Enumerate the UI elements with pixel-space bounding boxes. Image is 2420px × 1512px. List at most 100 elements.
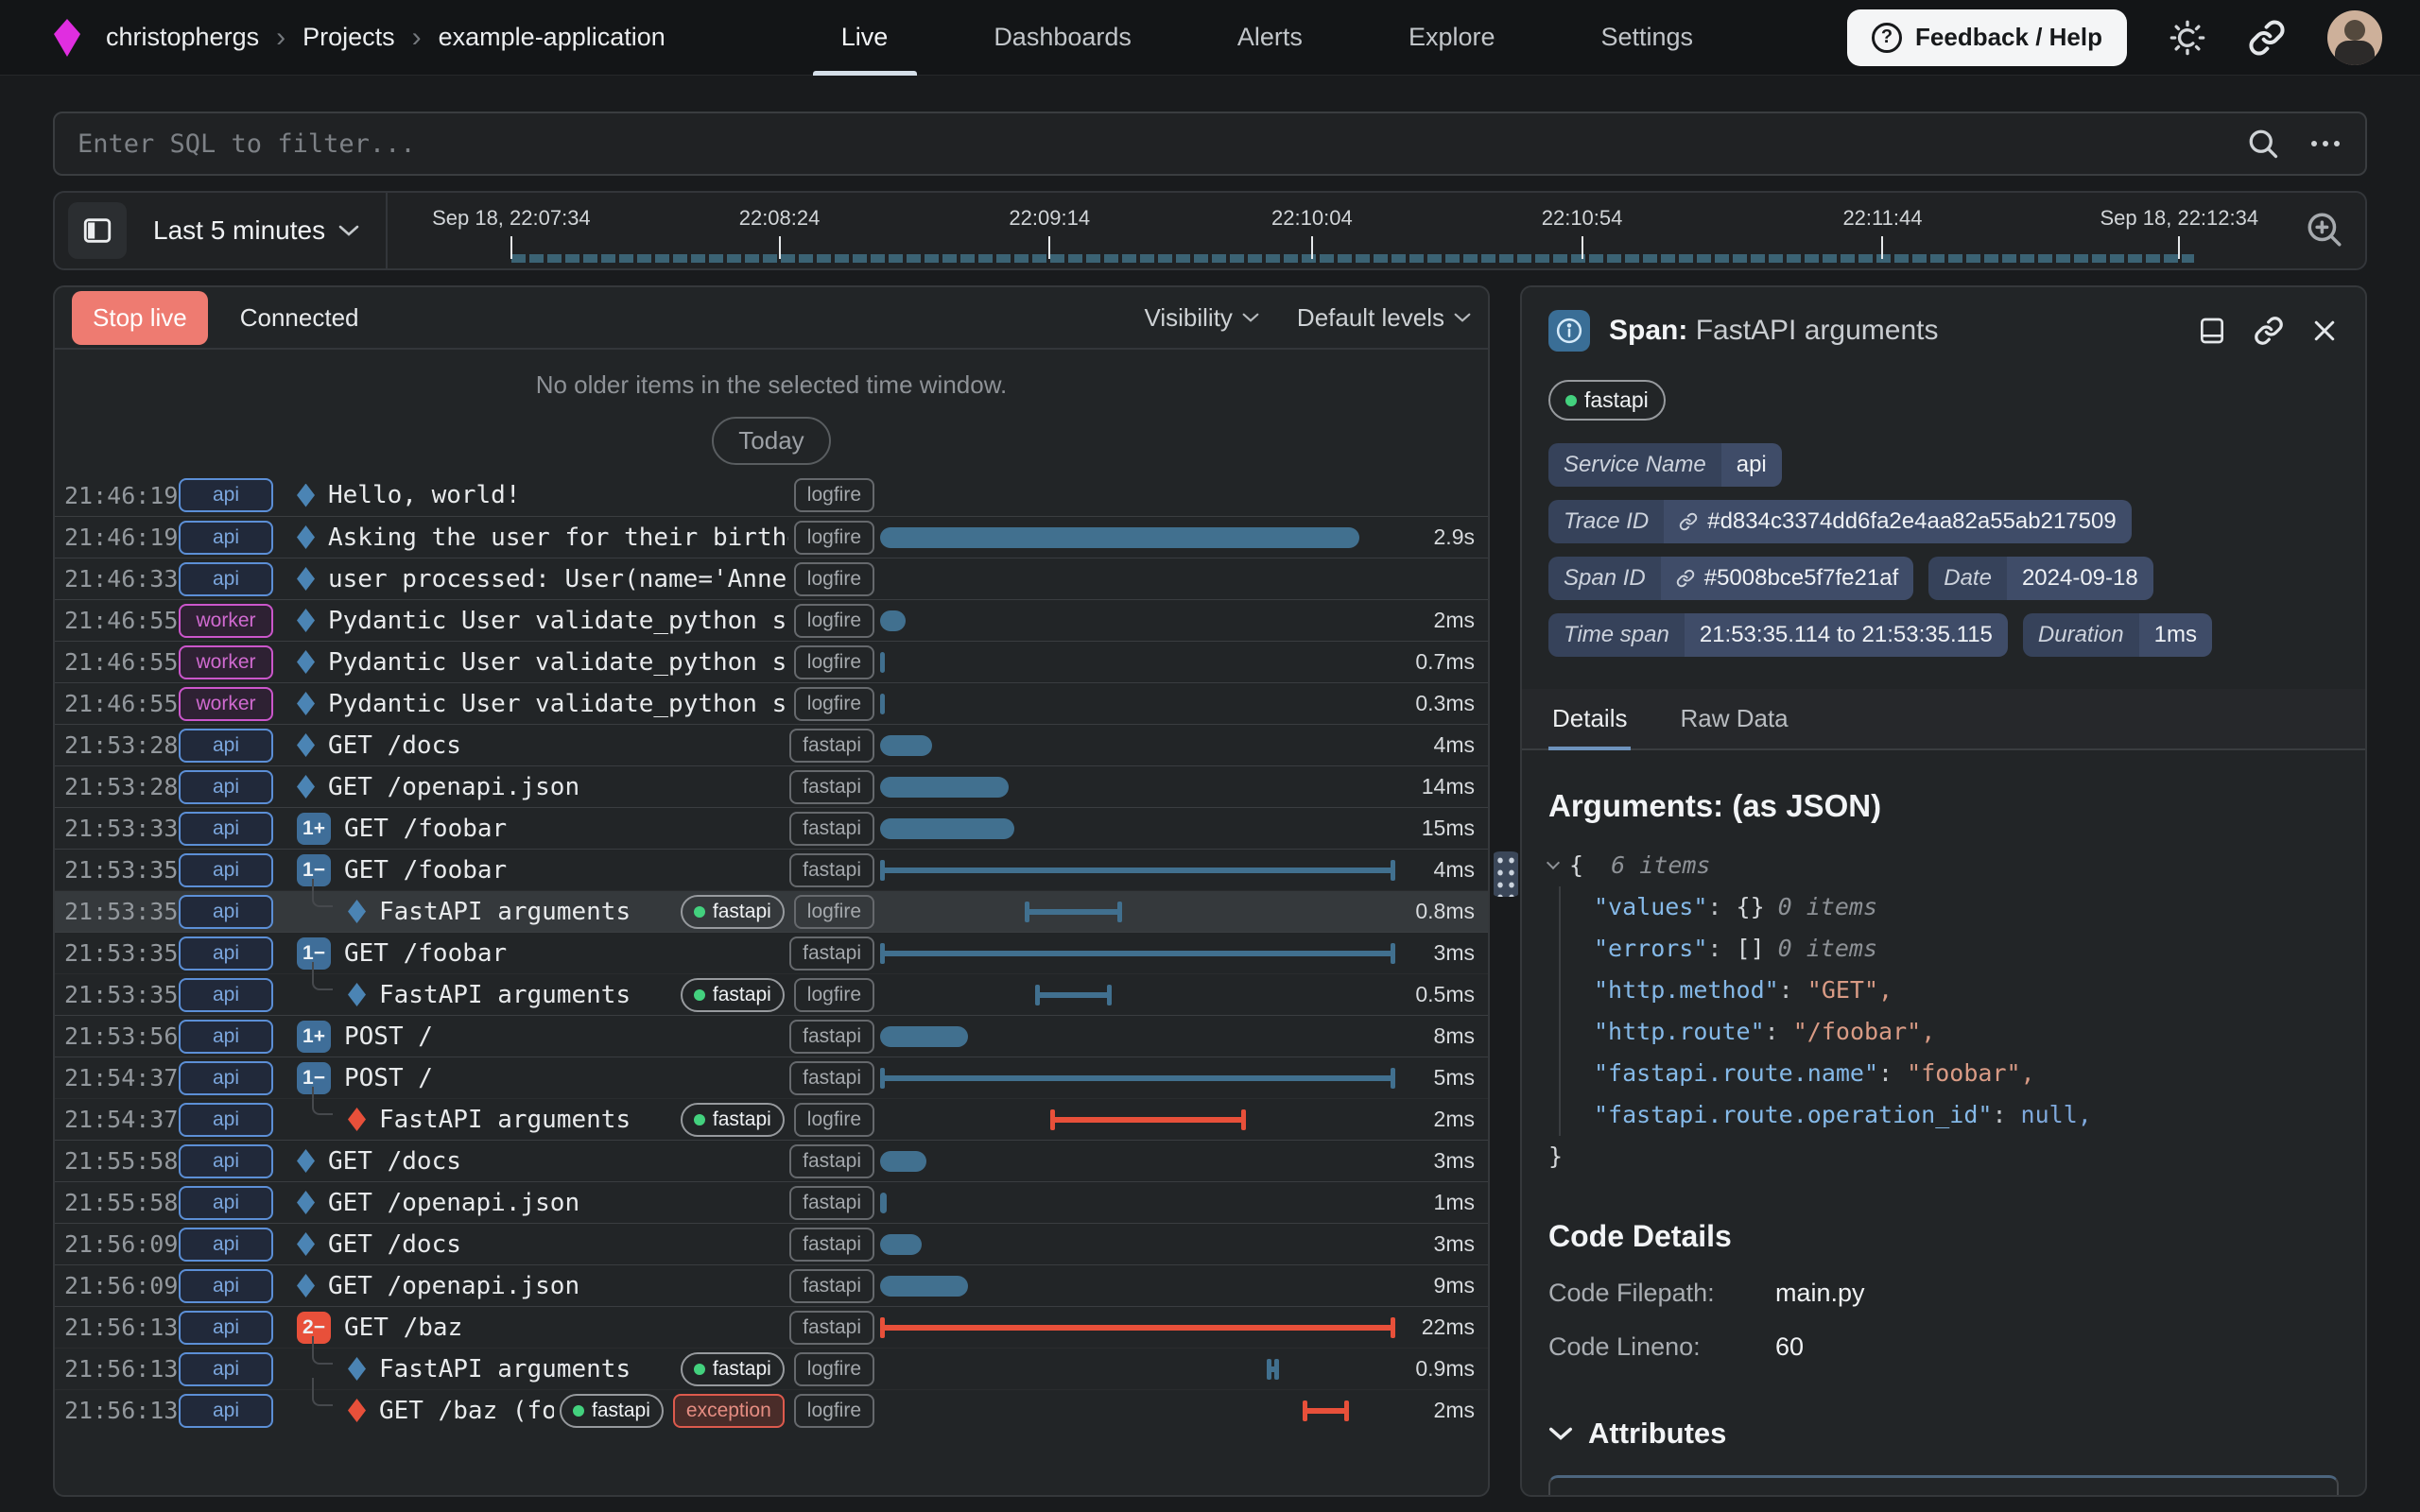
- log-row[interactable]: 21:55:58apiGET /docsfastapi3ms: [55, 1140, 1488, 1181]
- service-tag-api[interactable]: api: [179, 1061, 273, 1095]
- log-row[interactable]: 21:46:55workerPydantic User validate_pyt…: [55, 641, 1488, 682]
- service-tag-api[interactable]: api: [179, 478, 273, 512]
- feedback-help-button[interactable]: ? Feedback / Help: [1847, 9, 2127, 66]
- logfire-logo-icon[interactable]: [53, 17, 81, 59]
- nav-tab-dashboards[interactable]: Dashboards: [941, 0, 1184, 76]
- nav-tab-settings[interactable]: Settings: [1547, 0, 1746, 76]
- close-icon[interactable]: [2310, 317, 2339, 345]
- service-tag-api[interactable]: api: [179, 936, 273, 971]
- more-options-icon[interactable]: [2308, 127, 2342, 161]
- span-range-bar: [880, 860, 1395, 881]
- service-tag-api[interactable]: api: [179, 1144, 273, 1178]
- panel-layout-icon[interactable]: [2197, 316, 2227, 346]
- chevron-down-icon: [338, 224, 359, 237]
- nav-tab-explore[interactable]: Explore: [1356, 0, 1548, 76]
- log-row[interactable]: 21:53:35api1−GET /foobarfastapi4ms: [55, 849, 1488, 890]
- chip-label: Time span: [1548, 613, 1685, 657]
- service-tag-worker[interactable]: worker: [179, 687, 273, 721]
- detail-tab-raw-data[interactable]: Raw Data: [1676, 689, 1791, 748]
- log-row[interactable]: 21:56:09apiGET /openapi.jsonfastapi9ms: [55, 1264, 1488, 1306]
- service-tag-api[interactable]: api: [179, 1352, 273, 1386]
- chip-value: 2024-09-18: [2007, 557, 2153, 600]
- service-tag-api[interactable]: api: [179, 978, 273, 1012]
- time-range-label: Last 5 minutes: [153, 215, 325, 246]
- duration-bar-track: [880, 813, 1395, 845]
- share-link-button[interactable]: [2248, 19, 2286, 57]
- log-row[interactable]: 21:53:35apiFastAPI argumentsfastapilogfi…: [55, 973, 1488, 1015]
- sidebar-toggle-button[interactable]: [68, 202, 127, 259]
- service-tag-api[interactable]: api: [179, 1269, 273, 1303]
- tree-connector: [312, 879, 333, 907]
- arguments-json-tree[interactable]: { 6 items"values": {}0 items"errors": []…: [1548, 845, 2339, 1177]
- row-timestamp: 21:53:56: [64, 1022, 163, 1050]
- log-row[interactable]: 21:54:37api1−POST /fastapi5ms: [55, 1057, 1488, 1098]
- service-tag-worker[interactable]: worker: [179, 645, 273, 679]
- trace-id-chip[interactable]: Trace ID#d834c3374dd6fa2e4aa82a55ab21750…: [1548, 500, 2132, 543]
- search-icon[interactable]: [2246, 127, 2280, 161]
- service-tag-api[interactable]: api: [179, 1103, 273, 1137]
- service-tag-api[interactable]: api: [179, 1228, 273, 1262]
- log-row[interactable]: 21:46:55workerPydantic User validate_pyt…: [55, 599, 1488, 641]
- log-row[interactable]: 21:46:19apiHello, world!logfire: [55, 474, 1488, 516]
- log-row[interactable]: 21:56:13api2−GET /bazfastapi22ms: [55, 1306, 1488, 1348]
- breadcrumb-project-name[interactable]: example-application: [439, 23, 666, 52]
- user-avatar[interactable]: [2327, 10, 2382, 65]
- today-button[interactable]: Today: [712, 417, 830, 465]
- timeline[interactable]: Sep 18, 22:07:3422:08:2422:09:1422:10:04…: [388, 191, 2290, 270]
- timeline-zoom-button[interactable]: [2305, 210, 2344, 252]
- tree-connector: [312, 962, 333, 990]
- service-tag-api[interactable]: api: [179, 1394, 273, 1428]
- nav-tab-live[interactable]: Live: [788, 0, 942, 76]
- service-tag-api[interactable]: api: [179, 812, 273, 846]
- log-row[interactable]: 21:53:28apiGET /docsfastapi4ms: [55, 724, 1488, 765]
- service-tag-api[interactable]: api: [179, 562, 273, 596]
- service-tag-api[interactable]: api: [179, 1311, 273, 1345]
- log-row[interactable]: 21:53:28apiGET /openapi.jsonfastapi14ms: [55, 765, 1488, 807]
- log-row[interactable]: 21:46:33apiuser processed: User(name='An…: [55, 558, 1488, 599]
- sql-filter-input[interactable]: [78, 129, 2246, 159]
- span-id-chip[interactable]: Span ID#5008bce5f7fe21af: [1548, 557, 1913, 600]
- default-levels-dropdown[interactable]: Default levels: [1297, 303, 1471, 333]
- breadcrumb-projects[interactable]: Projects: [302, 23, 395, 52]
- visibility-dropdown[interactable]: Visibility: [1144, 303, 1258, 333]
- stop-live-button[interactable]: Stop live: [72, 291, 208, 345]
- log-row[interactable]: 21:56:09apiGET /docsfastapi3ms: [55, 1223, 1488, 1264]
- log-row[interactable]: 21:46:19apiAsking the user for their bir…: [55, 516, 1488, 558]
- service-tag-api[interactable]: api: [179, 1020, 273, 1054]
- chevron-down-icon: [1548, 1426, 1573, 1441]
- service-tag-api[interactable]: api: [179, 895, 273, 929]
- log-row[interactable]: 21:46:55workerPydantic User validate_pyt…: [55, 682, 1488, 724]
- service-tag-worker[interactable]: worker: [179, 604, 273, 638]
- log-row[interactable]: 21:55:58apiGET /openapi.jsonfastapi1ms: [55, 1181, 1488, 1223]
- copy-link-icon[interactable]: [2254, 316, 2284, 346]
- fastapi-pill: fastapi: [789, 936, 874, 971]
- panel-resize-handle[interactable]: [1489, 843, 1523, 905]
- service-tag-api[interactable]: api: [179, 770, 273, 804]
- collapse-caret-icon[interactable]: [1547, 856, 1560, 869]
- duration-bar-track: [880, 1312, 1395, 1344]
- service-tag-api[interactable]: api: [179, 1186, 273, 1220]
- service-tag-api[interactable]: api: [179, 521, 273, 555]
- log-row[interactable]: 21:53:33api1+GET /foobarfastapi15ms: [55, 807, 1488, 849]
- log-row[interactable]: 21:56:13apiGET /baz (foobar)fastapiexcep…: [55, 1389, 1488, 1431]
- time-range-select[interactable]: Last 5 minutes: [153, 215, 359, 246]
- logfire-pill: logfire: [794, 478, 874, 512]
- code-lineno-value: 60: [1775, 1332, 1804, 1362]
- service-tag-api[interactable]: api: [179, 729, 273, 763]
- attributes-section-toggle[interactable]: Attributes: [1548, 1417, 2339, 1451]
- nav-tab-alerts[interactable]: Alerts: [1184, 0, 1356, 76]
- collapse-count-badge[interactable]: 1+: [297, 1021, 331, 1053]
- log-row[interactable]: 21:53:56api1+POST /fastapi8ms: [55, 1015, 1488, 1057]
- theme-toggle-button[interactable]: [2169, 19, 2206, 57]
- collapse-count-badge[interactable]: 1+: [297, 813, 331, 845]
- duration-bar-track: [880, 1062, 1395, 1094]
- log-row[interactable]: 21:53:35apiFastAPI argumentsfastapilogfi…: [55, 890, 1488, 932]
- log-row[interactable]: 21:53:35api1−GET /foobarfastapi3ms: [55, 932, 1488, 973]
- service-name-chip: Service Nameapi: [1548, 443, 1782, 487]
- detail-tab-details[interactable]: Details: [1548, 689, 1631, 748]
- row-duration: 0.8ms: [1395, 899, 1475, 924]
- service-tag-api[interactable]: api: [179, 853, 273, 887]
- log-row[interactable]: 21:56:13apiFastAPI argumentsfastapilogfi…: [55, 1348, 1488, 1389]
- breadcrumb-user[interactable]: christophergs: [106, 23, 259, 52]
- log-row[interactable]: 21:54:37apiFastAPI argumentsfastapilogfi…: [55, 1098, 1488, 1140]
